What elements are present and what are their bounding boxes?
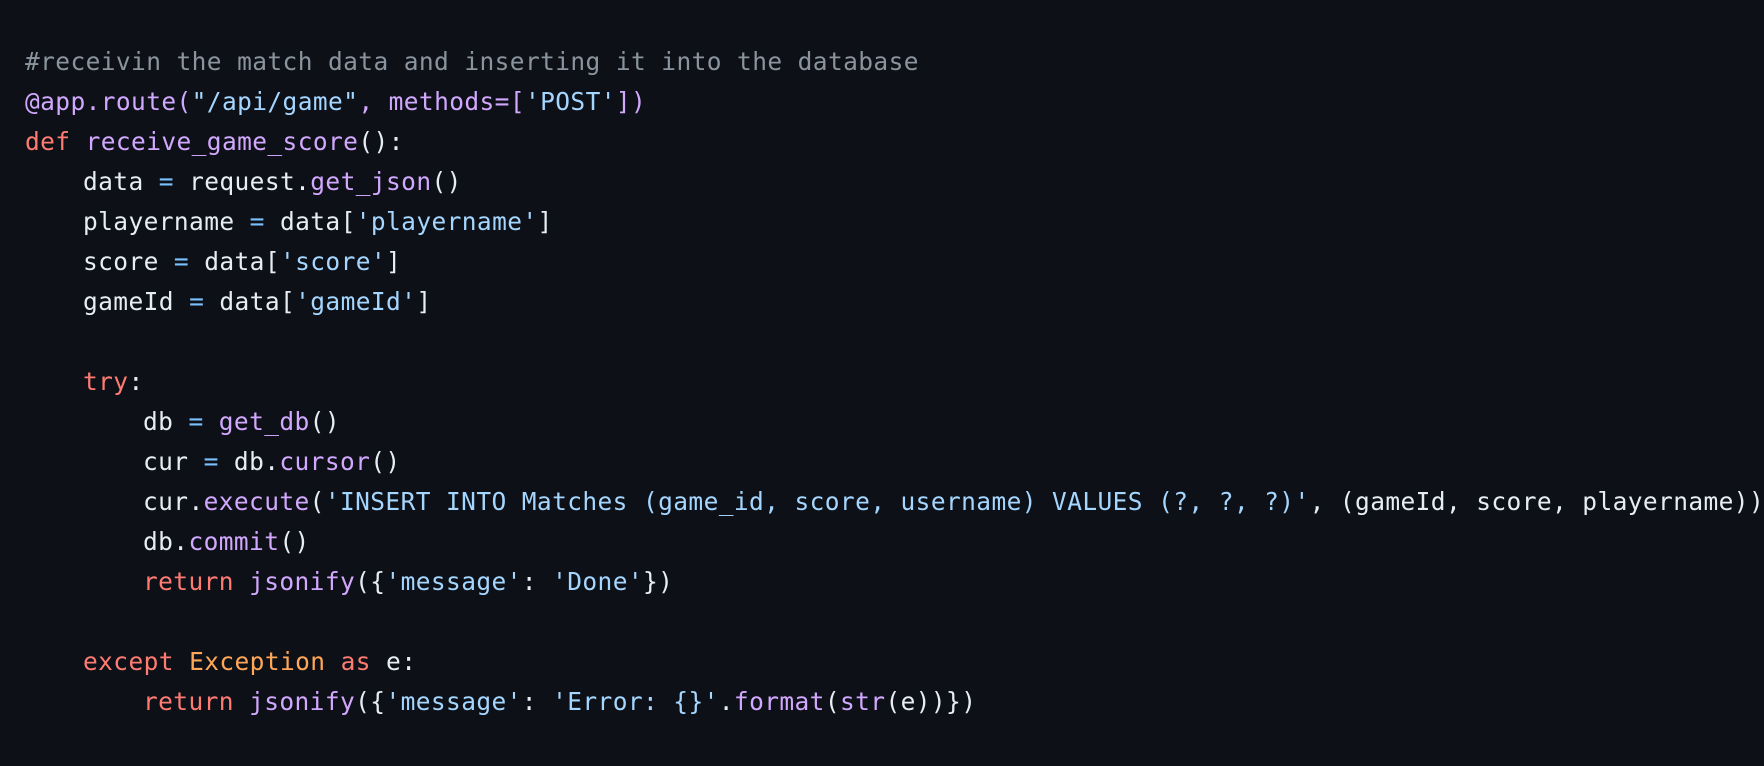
code-token-default: ]: [537, 207, 553, 236]
code-token-keyword: try: [83, 367, 129, 396]
code-token-default: data[: [264, 207, 356, 236]
code-line: data = request.get_json(): [25, 162, 1764, 202]
code-token-default: (): [309, 407, 340, 436]
code-line: playername = data['playername']: [25, 202, 1764, 242]
code-token-string: 'message': [385, 567, 522, 596]
code-token-default: :: [521, 687, 553, 716]
code-token-string: 'INSERT INTO Matches (game_id, score, us…: [324, 487, 1310, 516]
code-token-default: (e))}): [885, 687, 977, 716]
code-token-string: "/api/game": [191, 87, 359, 116]
code-token-default: (): [279, 527, 310, 556]
code-token-func: commit: [188, 527, 280, 556]
code-token-default: , (gameId, score, playername)): [1309, 487, 1764, 516]
code-token-func: str: [839, 687, 886, 716]
code-line: db = get_db(): [25, 402, 1764, 442]
code-token-func: execute: [203, 487, 310, 516]
code-token-class: Exception: [189, 647, 326, 676]
code-token-default: data[: [189, 247, 280, 276]
code-line: #receivin the match data and inserting i…: [25, 42, 1764, 82]
code-line: @app.route("/api/game", methods=['POST']…: [25, 82, 1764, 122]
code-token-func: get_json: [310, 167, 432, 196]
code-token-default: ({: [355, 567, 386, 596]
code-line: score = data['score']: [25, 242, 1764, 282]
code-token-op: =: [188, 407, 204, 436]
code-line: gameId = data['gameId']: [25, 282, 1764, 322]
code-token-default: [234, 687, 249, 716]
code-token-func: receive_game_score: [85, 127, 359, 156]
code-token-default: ]: [416, 287, 432, 316]
code-token-func: jsonify: [249, 567, 356, 596]
code-token-default: e:: [370, 647, 417, 676]
code-token-func: format: [733, 687, 825, 716]
code-token-op: =: [189, 287, 205, 316]
code-line: return jsonify({'message': 'Error: {}'.f…: [25, 682, 1764, 722]
code-token-default: (): [431, 167, 462, 196]
code-token-default: playername: [83, 207, 250, 236]
code-line: def receive_game_score():: [25, 122, 1764, 162]
code-token-default: ():: [358, 127, 404, 156]
code-token-default: data: [83, 167, 159, 196]
code-line: try:: [25, 362, 1764, 402]
code-token-string: 'message': [385, 687, 522, 716]
code-token-default: [234, 567, 249, 596]
code-token-default: db.: [218, 447, 280, 476]
code-token-default: [325, 647, 340, 676]
code-token-default: cur.: [143, 487, 204, 516]
code-token-keyword: as: [340, 647, 371, 676]
code-token-func: ]): [615, 87, 647, 116]
code-token-op: =: [158, 167, 174, 196]
code-token-default: (: [824, 687, 840, 716]
code-token-default: ]: [386, 247, 402, 276]
code-token-default: (: [309, 487, 325, 516]
code-token-op: =: [249, 207, 265, 236]
code-token-default: data[: [204, 287, 296, 316]
code-token-op: =: [173, 247, 190, 276]
code-block: #receivin the match data and inserting i…: [0, 0, 1764, 766]
code-token-keyword: return: [143, 567, 234, 596]
code-token-default: db: [143, 407, 189, 436]
code-token-default: request.: [173, 167, 311, 196]
code-token-default: :: [521, 567, 553, 596]
code-token-keyword: return: [143, 687, 234, 716]
code-line: ​: [25, 602, 1764, 642]
code-token-default: [204, 407, 219, 436]
code-token-func: cursor: [279, 447, 371, 476]
code-token-default: cur: [143, 447, 204, 476]
code-token-default: }): [643, 567, 674, 596]
code-token-string: 'gameId': [295, 287, 417, 316]
code-token-default: score: [83, 247, 174, 276]
code-token-default: gameId: [83, 287, 190, 316]
code-token-string: 'score': [279, 247, 387, 276]
code-token-func: get_db: [218, 407, 310, 436]
code-token-default: [174, 647, 189, 676]
code-token-keyword: except: [83, 647, 174, 676]
code-token-default: .: [718, 687, 734, 716]
code-token-default: (): [370, 447, 401, 476]
code-token-string: 'POST': [524, 87, 616, 116]
code-content[interactable]: #receivin the match data and inserting i…: [25, 42, 1764, 722]
code-token-default: [70, 127, 85, 156]
code-token-func: jsonify: [249, 687, 356, 716]
code-token-string: 'Done': [552, 567, 644, 596]
code-token-keyword: def: [25, 127, 71, 156]
code-token-default: :: [128, 367, 144, 396]
code-token-func: @app.route(: [25, 87, 192, 116]
code-line: db.commit(): [25, 522, 1764, 562]
code-line: ​: [25, 322, 1764, 362]
code-token-op: =: [203, 447, 219, 476]
code-token-default: db.: [143, 527, 189, 556]
code-line: cur.execute('INSERT INTO Matches (game_i…: [25, 482, 1764, 522]
code-line: except Exception as e:: [25, 642, 1764, 682]
code-token-comment: #receivin the match data and inserting i…: [25, 47, 919, 76]
code-token-func: , methods=[: [358, 87, 525, 116]
code-token-string: 'Error: {}': [552, 687, 719, 716]
code-line: return jsonify({'message': 'Done'}): [25, 562, 1764, 602]
code-line: cur = db.cursor(): [25, 442, 1764, 482]
code-token-default: ({: [355, 687, 386, 716]
code-token-string: 'playername': [355, 207, 538, 236]
